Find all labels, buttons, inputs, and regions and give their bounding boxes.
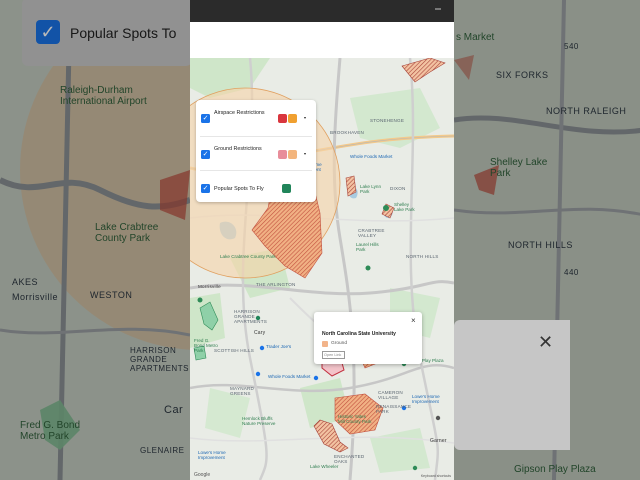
popup-type-swatch: [322, 341, 328, 347]
layer-row-ground[interactable]: ✓ Ground Restrictions ▾: [196, 140, 316, 168]
open-link-button[interactable]: Open Link: [322, 351, 345, 359]
close-icon[interactable]: ×: [411, 316, 416, 325]
popup-title: North Carolina State University: [322, 331, 396, 337]
label-lake-crabtree: Lake Crabtree County Park: [220, 254, 276, 259]
top-bar: [190, 0, 454, 22]
airspace-checkbox[interactable]: ✓: [201, 114, 210, 123]
keyboard-shortcuts-link[interactable]: Keyboard shortcuts: [421, 474, 451, 478]
label-enchanted: ENCHANTED OAKS: [334, 454, 365, 464]
airspace-swatch-2: [288, 114, 297, 123]
map-view[interactable]: Raleigh-Durham International Airport Lak…: [190, 58, 454, 480]
airspace-label: Airspace Restrictions: [214, 110, 265, 116]
airspace-swatch-1: [278, 114, 287, 123]
popular-checkbox[interactable]: ✓: [201, 184, 210, 193]
app-header: [190, 22, 454, 58]
label-lake-wheeler: Lake Wheeler: [310, 464, 339, 469]
label-lowes-2: Lowe's Home Improvement: [412, 394, 440, 404]
label-harrison: HARRISON GRANDE APARTMENTS: [234, 309, 267, 324]
label-whole-foods-2: Whole Foods Market: [350, 154, 393, 159]
info-popup: × North Carolina State University Ground…: [314, 312, 422, 364]
label-scottish-hills: SCOTTISH HILLS: [214, 348, 255, 353]
ground-swatch-1: [278, 150, 287, 159]
ground-label: Ground Restrictions: [214, 146, 262, 152]
label-brookhaven: BROOKHAVEN: [330, 130, 365, 135]
label-lowes-3: Lowe's Home Improvement: [198, 450, 226, 460]
layer-divider: [200, 170, 312, 171]
label-garner: Garner: [430, 438, 447, 444]
label-cary: Cary: [254, 330, 266, 336]
popular-label: Popular Spots To Fly: [214, 186, 264, 192]
label-maynard: MAYNARD GREENS: [230, 386, 255, 396]
label-hemlock: Hemlock Bluffs Nature Preserve: [242, 416, 276, 426]
label-arlington: THE ARLINGTON: [256, 282, 296, 287]
top-bar-indicator: [435, 8, 441, 10]
google-logo: Google: [194, 472, 211, 478]
bg-close-icon: ✕: [538, 332, 554, 352]
label-trader-joes: Trader Joe's: [266, 344, 292, 349]
label-morrisville: Morrisville: [198, 284, 221, 289]
ground-dropdown-icon[interactable]: ▾: [304, 151, 306, 156]
popup-type: Ground: [331, 341, 347, 346]
popular-swatch: [282, 184, 291, 193]
label-shelley: Shelley Lake Park: [394, 202, 415, 212]
label-whole-foods-1: Whole Foods Market: [268, 374, 311, 379]
ground-swatch-2: [288, 150, 297, 159]
layer-row-popular[interactable]: ✓ Popular Spots To Fly: [196, 174, 316, 202]
label-crabtree: CRABTREE VALLEY: [358, 228, 385, 238]
label-lake-lynn: Lake Lynn Park: [360, 184, 382, 194]
layer-panel: ✓ Airspace Restrictions ▾ ✓ Ground Restr…: [196, 100, 316, 202]
layer-divider: [200, 136, 312, 137]
layer-row-airspace[interactable]: ✓ Airspace Restrictions ▾: [196, 106, 316, 134]
label-renaissance: RENAISSANCE PARK: [376, 404, 412, 414]
label-stonehenge: STONEHENGE: [370, 118, 405, 123]
label-cameron: CAMERON VILLAGE: [378, 390, 403, 400]
airspace-dropdown-icon[interactable]: ▾: [304, 115, 306, 120]
label-dixon: DIXON: [390, 186, 406, 191]
label-laurel-hills: Laurel Hills Park: [356, 242, 379, 252]
ground-checkbox[interactable]: ✓: [201, 150, 210, 159]
label-north-hills: NORTH HILLS: [406, 254, 439, 259]
phone-screen: Raleigh-Durham International Airport Lak…: [190, 22, 454, 480]
label-yates: Historic Yates Mill County Park: [338, 414, 372, 424]
